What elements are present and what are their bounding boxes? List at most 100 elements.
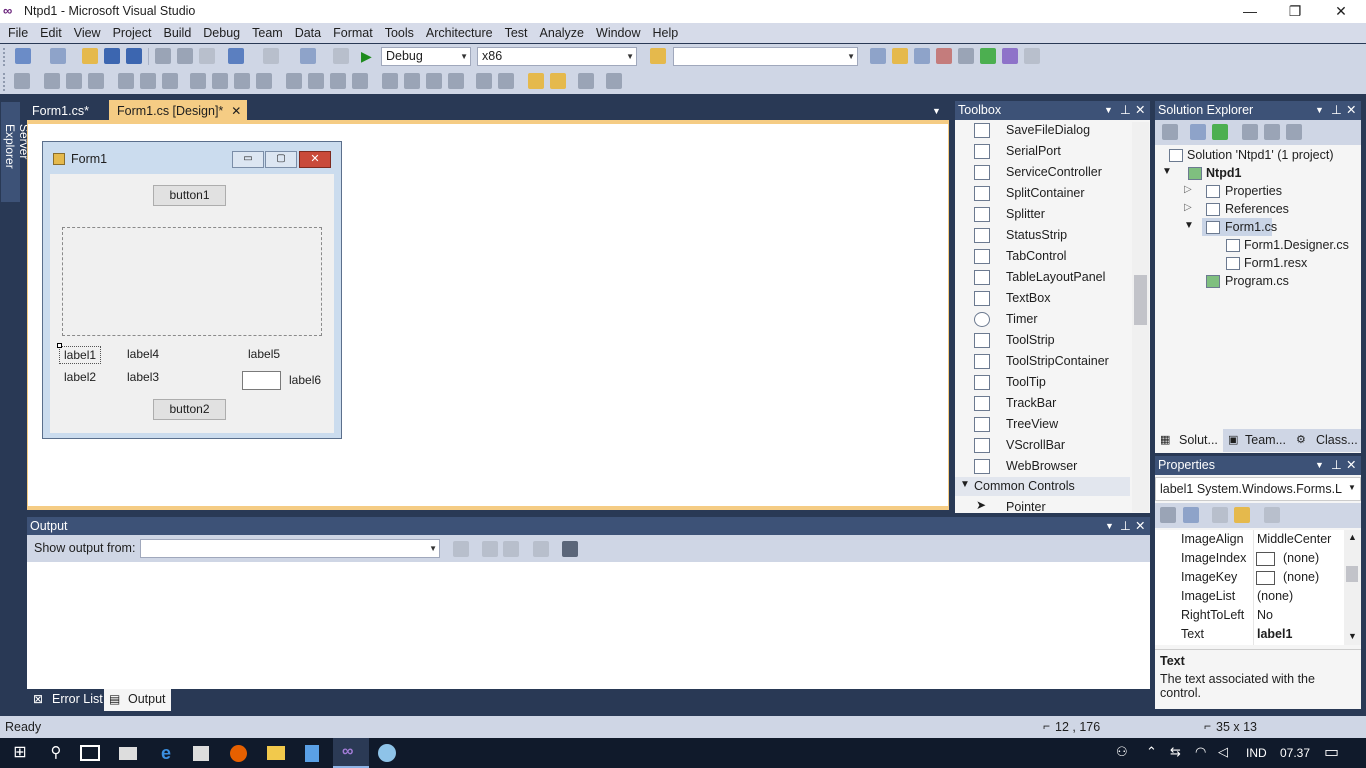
people-icon[interactable]: ⚇ [1116,744,1128,760]
label2[interactable]: label2 [64,370,96,384]
tab-form1-code[interactable]: Form1.cs* [24,100,97,122]
remove-hspacing-icon[interactable] [352,73,368,89]
property-row[interactable]: ImageIndex (none) [1155,549,1343,568]
menu-debug[interactable]: Debug [197,23,246,43]
team-explorer-icon[interactable] [1002,48,1018,64]
extension-icon[interactable] [980,48,996,64]
toolbox-item[interactable]: ToolTip [955,372,1133,393]
cut-icon[interactable] [155,48,171,64]
class-diagram-icon[interactable] [1286,124,1302,140]
align-lefts-icon[interactable] [44,73,60,89]
menu-edit[interactable]: Edit [34,23,68,43]
toolbox-item[interactable]: SerialPort [955,141,1133,162]
menu-format[interactable]: Format [327,23,379,43]
maximize-button[interactable]: ❐ [1272,0,1318,23]
toolbox-item[interactable]: TableLayoutPanel [955,267,1133,288]
copy-icon[interactable] [177,48,193,64]
tools-icon[interactable] [958,48,974,64]
tab-output[interactable]: ▤ Output [104,689,171,711]
toolbox-item[interactable]: ServiceController [955,162,1133,183]
menu-file[interactable]: File [2,23,34,43]
size-to-grid-icon[interactable] [212,73,228,89]
panel-menu-icon[interactable]: ▼ [1104,101,1113,120]
server-explorer-tab[interactable]: Server Explorer [1,102,31,202]
form1-resx-node[interactable]: Form1.resx [1244,256,1307,270]
solution-explorer-icon[interactable] [870,48,886,64]
language-indicator[interactable]: IND [1246,746,1267,760]
save-icon[interactable] [104,48,120,64]
events-icon[interactable] [1234,507,1250,523]
solution-node[interactable]: Solution 'Ntpd1' (1 project) [1187,148,1334,162]
menu-tools[interactable]: Tools [379,23,420,43]
volume-icon[interactable]: ◁ [1218,744,1228,760]
task-view-icon[interactable] [80,745,100,761]
chevron-up-icon[interactable]: ▲ [1348,532,1357,542]
references-node[interactable]: References [1225,202,1289,216]
project-node[interactable]: Ntpd1 [1206,166,1241,180]
toolbox-item[interactable]: TextBox [955,288,1133,309]
find-combo[interactable]: ▼ [673,47,858,66]
label5[interactable]: label5 [248,347,280,361]
property-pages-icon[interactable] [1264,507,1280,523]
make-same-size-icon[interactable] [256,73,272,89]
properties-icon[interactable] [1190,124,1206,140]
form-client-area[interactable]: button1 label1 label4 label5 label2 labe… [50,174,334,433]
tab-error-list[interactable]: ⊠ Error List [27,689,103,711]
selection-handle[interactable] [57,343,62,348]
send-to-back-icon[interactable] [550,73,566,89]
clock[interactable]: 07.37 [1280,746,1310,760]
paint-icon[interactable] [378,744,396,762]
menu-project[interactable]: Project [107,23,158,43]
panel-menu-icon[interactable]: ▼ [1315,456,1324,475]
align-to-grid-icon[interactable] [14,73,30,89]
center-horizontally-icon[interactable] [476,73,492,89]
toolbox-item[interactable]: SaveFileDialog [955,120,1133,141]
tab-solution-explorer[interactable]: ▦ Solut... [1155,429,1223,452]
find-in-files-icon[interactable] [650,48,666,64]
chevron-up-icon[interactable]: ⌃ [1146,744,1157,760]
clear-all-icon[interactable] [533,541,549,557]
output-text-area[interactable] [27,562,1150,689]
firefox-icon[interactable] [230,745,247,762]
form1-node[interactable]: Form1.cs [1225,220,1277,234]
edge-browser-icon[interactable]: e [156,743,176,763]
scroll-thumb[interactable] [1346,566,1358,582]
label1[interactable]: label1 [59,346,102,364]
property-row[interactable]: ImageAlign MiddleCenter [1155,530,1343,549]
minimize-button[interactable]: — [1227,0,1273,23]
form1-designer-node[interactable]: Form1.Designer.cs [1244,238,1349,252]
toolbox-group-common-controls[interactable]: ▼ Common Controls [955,477,1130,496]
menu-window[interactable]: Window [590,23,646,43]
property-row[interactable]: Text label1 [1155,625,1343,644]
paste-icon[interactable] [199,48,215,64]
collapse-all-icon[interactable] [1242,124,1258,140]
increase-hspacing-icon[interactable] [308,73,324,89]
vertical-spacing-icon[interactable] [382,73,398,89]
decrease-hspacing-icon[interactable] [330,73,346,89]
label4[interactable]: label4 [127,347,159,361]
navigate-back-icon[interactable] [300,48,316,64]
property-value[interactable]: (none) [1283,551,1319,565]
horizontal-spacing-icon[interactable] [286,73,302,89]
close-button[interactable]: ✕ [1318,0,1364,23]
panel-placeholder[interactable] [62,227,322,336]
store-icon[interactable] [193,746,209,761]
navigate-forward-icon[interactable] [333,48,349,64]
property-value[interactable]: (none) [1283,570,1319,584]
home-icon[interactable] [1162,124,1178,140]
start-debug-icon[interactable]: ▶ [361,48,372,65]
wifi-icon[interactable]: ◠ [1195,744,1206,760]
make-same-height-icon[interactable] [234,73,250,89]
properties-node[interactable]: Properties [1225,184,1282,198]
bring-to-front-icon[interactable] [528,73,544,89]
property-value[interactable]: label1 [1257,627,1292,641]
tab-class-view[interactable]: ⚙ Class... [1295,429,1361,452]
platform-dropdown[interactable]: x86 ▼ [477,47,637,66]
categorized-icon[interactable] [1160,507,1176,523]
menu-data[interactable]: Data [289,23,327,43]
remove-vspacing-icon[interactable] [448,73,464,89]
close-panel-icon[interactable]: ✕ [1346,101,1356,120]
properties-icon[interactable] [892,48,908,64]
show-output-dropdown[interactable]: ▼ [140,539,440,558]
refresh-icon[interactable] [1212,124,1228,140]
